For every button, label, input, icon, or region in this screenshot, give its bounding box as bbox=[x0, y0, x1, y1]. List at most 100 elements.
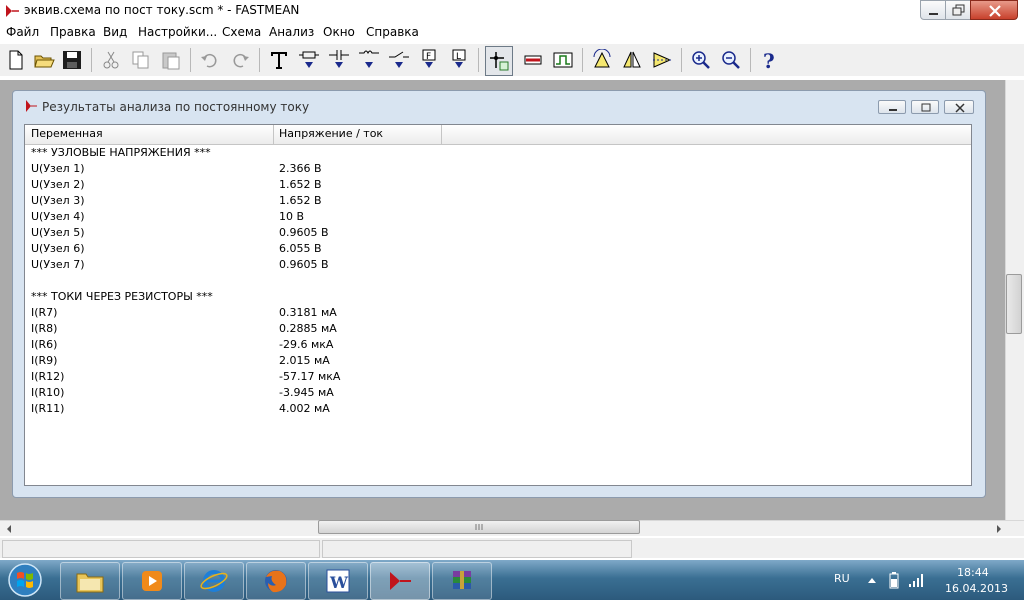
value-cell: 0.9605 В bbox=[279, 226, 329, 239]
undo-button[interactable] bbox=[197, 46, 223, 74]
restore-icon bbox=[952, 4, 965, 16]
menu-settings[interactable]: Настройки... bbox=[138, 25, 217, 39]
grip-icon bbox=[475, 524, 483, 530]
column-divider[interactable] bbox=[441, 125, 442, 144]
rotate-button[interactable] bbox=[589, 46, 615, 74]
show-hidden-icons-icon[interactable] bbox=[866, 574, 878, 586]
mirror-button[interactable] bbox=[619, 46, 645, 74]
taskbar-explorer[interactable] bbox=[60, 562, 120, 600]
horizontal-scroll-thumb[interactable] bbox=[318, 520, 640, 534]
value-cell: -57.17 мкА bbox=[279, 370, 341, 383]
maximize-icon bbox=[921, 103, 931, 112]
variable-cell: U(Узел 4) bbox=[31, 210, 85, 223]
taskbar-fastmean[interactable] bbox=[370, 562, 430, 600]
menu-view[interactable]: Вид bbox=[103, 25, 127, 39]
svg-text:L: L bbox=[456, 52, 461, 62]
taskbar-word[interactable]: W bbox=[308, 562, 368, 600]
fastmean-app-icon bbox=[6, 5, 19, 17]
new-file-icon bbox=[9, 50, 23, 70]
probe-icon bbox=[524, 55, 542, 65]
value-cell: 2.366 В bbox=[279, 162, 322, 175]
column-divider[interactable] bbox=[273, 125, 274, 144]
results-list[interactable]: Переменная Напряжение / ток *** УЗЛОВЫЕ … bbox=[24, 124, 972, 486]
variable-cell: I(R9) bbox=[31, 354, 58, 367]
open-button[interactable] bbox=[31, 46, 57, 74]
value-cell: 10 В bbox=[279, 210, 305, 223]
save-button[interactable] bbox=[59, 46, 85, 74]
flip-button[interactable] bbox=[649, 46, 675, 74]
redo-button[interactable] bbox=[227, 46, 253, 74]
resistor-button[interactable] bbox=[296, 46, 322, 74]
value-cell: -3.945 мА bbox=[279, 386, 334, 399]
menu-analysis[interactable]: Анализ bbox=[269, 25, 314, 39]
vertical-scroll-thumb[interactable] bbox=[1006, 274, 1022, 334]
node-numbers-button[interactable] bbox=[485, 46, 513, 76]
value-cell: 2.015 мА bbox=[279, 354, 330, 367]
results-window-icon bbox=[26, 100, 37, 112]
cut-button[interactable] bbox=[98, 46, 124, 74]
variable-cell: U(Узел 1) bbox=[31, 162, 85, 175]
menu-help[interactable]: Справка bbox=[366, 25, 419, 39]
results-minimize-button[interactable] bbox=[878, 100, 906, 114]
filter-icon: F bbox=[422, 49, 436, 68]
clock-date[interactable]: 16.04.2013 bbox=[945, 582, 1008, 595]
open-folder-icon bbox=[34, 55, 55, 68]
window-title: эквив.схема по пост току.scm * - FASTMEA… bbox=[24, 3, 300, 17]
minimize-button[interactable] bbox=[920, 0, 946, 20]
switch-icon bbox=[389, 51, 409, 68]
close-icon bbox=[955, 103, 965, 113]
menu-schematic[interactable]: Схема bbox=[222, 25, 261, 39]
network-signal-icon[interactable] bbox=[908, 571, 926, 589]
status-pane bbox=[322, 540, 632, 558]
clock-time[interactable]: 18:44 bbox=[957, 566, 989, 579]
svg-text:?: ? bbox=[763, 49, 775, 71]
menu-file[interactable]: Файл bbox=[6, 25, 39, 39]
taskbar-internet-explorer[interactable] bbox=[184, 562, 244, 600]
copy-button[interactable] bbox=[128, 46, 154, 74]
list-header: Переменная Напряжение / ток bbox=[25, 125, 971, 145]
help-button[interactable]: ? bbox=[756, 46, 782, 74]
results-window-title: Результаты анализа по постоянному току bbox=[42, 100, 310, 114]
scroll-left-icon[interactable] bbox=[4, 522, 14, 536]
probe-button[interactable] bbox=[520, 46, 546, 74]
zoom-in-button[interactable] bbox=[688, 46, 714, 74]
paste-icon bbox=[162, 52, 180, 70]
battery-icon[interactable] bbox=[888, 571, 900, 589]
start-button[interactable] bbox=[4, 562, 46, 598]
new-button[interactable] bbox=[3, 46, 29, 74]
pulse-button[interactable] bbox=[550, 46, 576, 74]
variable-cell: I(R7) bbox=[31, 306, 58, 319]
logic-block-button[interactable]: L bbox=[446, 46, 472, 74]
taskbar-media-player[interactable] bbox=[122, 562, 182, 600]
language-indicator[interactable]: RU bbox=[834, 572, 850, 585]
inductor-button[interactable] bbox=[356, 46, 382, 74]
results-close-button[interactable] bbox=[944, 100, 974, 114]
paste-button[interactable] bbox=[158, 46, 184, 74]
menu-window[interactable]: Окно bbox=[323, 25, 355, 39]
close-button[interactable] bbox=[970, 0, 1018, 20]
menu-edit[interactable]: Правка bbox=[50, 25, 96, 39]
switch-button[interactable] bbox=[386, 46, 412, 74]
filter-button[interactable]: F bbox=[416, 46, 442, 74]
taskbar-firefox[interactable] bbox=[246, 562, 306, 600]
redo-icon bbox=[233, 53, 249, 68]
variable-cell: U(Узел 2) bbox=[31, 178, 85, 191]
status-bar bbox=[0, 538, 1024, 558]
column-header-variable[interactable]: Переменная bbox=[31, 127, 103, 140]
restore-button[interactable] bbox=[945, 0, 971, 20]
scroll-right-icon[interactable] bbox=[994, 522, 1004, 536]
results-maximize-button[interactable] bbox=[911, 100, 939, 114]
value-cell: 0.9605 В bbox=[279, 258, 329, 271]
value-cell: 1.652 В bbox=[279, 194, 322, 207]
text-tool-button[interactable] bbox=[266, 46, 292, 74]
capacitor-button[interactable] bbox=[326, 46, 352, 74]
taskbar-winrar[interactable] bbox=[432, 562, 492, 600]
pulse-icon bbox=[553, 52, 573, 68]
node-marker-icon bbox=[490, 52, 509, 71]
resistor-icon bbox=[299, 51, 319, 68]
menu-bar: Файл Правка Вид Настройки... Схема Анали… bbox=[0, 22, 1024, 42]
inductor-icon bbox=[359, 50, 379, 68]
toolbar-separator bbox=[91, 48, 92, 72]
zoom-out-button[interactable] bbox=[718, 46, 744, 74]
column-header-value[interactable]: Напряжение / ток bbox=[279, 127, 383, 140]
